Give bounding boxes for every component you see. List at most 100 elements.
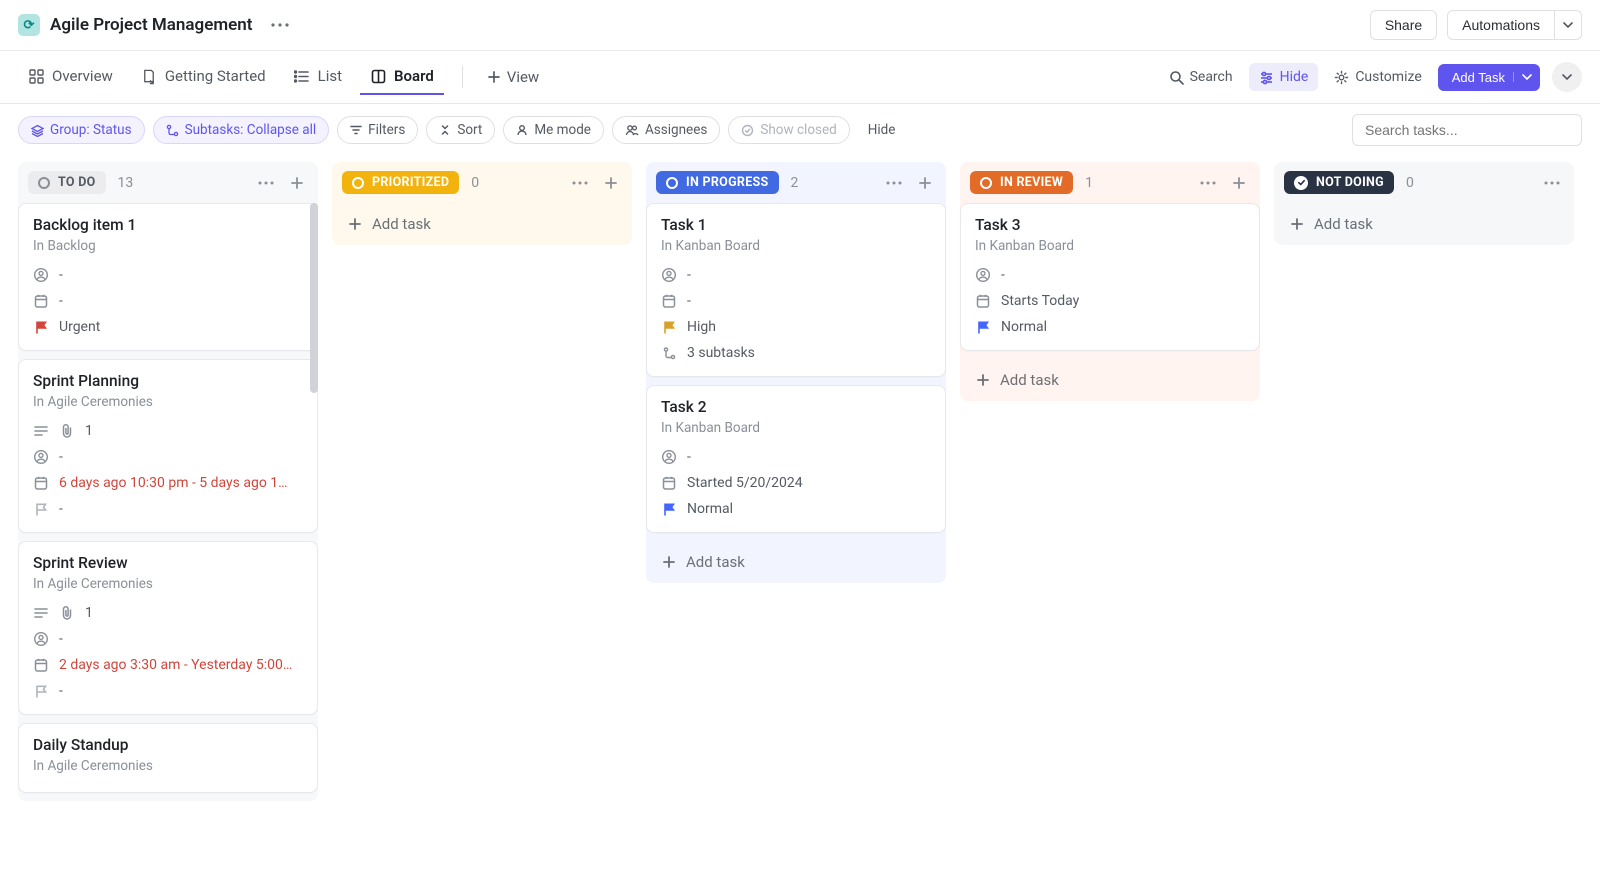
card-row-date[interactable]: 6 days ago 10:30 pm - 5 days ago 1…	[33, 470, 303, 496]
column-add-task[interactable]	[1228, 172, 1250, 194]
status-pill[interactable]: PRIORITIZED	[342, 171, 459, 194]
status-pill[interactable]: TO DO	[28, 171, 106, 194]
add-task-dropdown[interactable]	[1513, 72, 1532, 82]
card-row-description: 1	[33, 418, 303, 444]
hide-button[interactable]: Hide	[1249, 63, 1319, 91]
board-icon	[370, 68, 386, 84]
card-row-priority[interactable]: Normal	[975, 314, 1245, 340]
scrollbar[interactable]	[310, 203, 318, 393]
assignee-icon	[33, 631, 49, 647]
chip-sort[interactable]: Sort	[426, 116, 495, 144]
tab-overview[interactable]: Overview	[18, 59, 123, 95]
page-more-menu[interactable]	[267, 19, 293, 31]
card-row-assignee[interactable]: -	[33, 262, 303, 288]
card-row-date[interactable]: -	[661, 288, 931, 314]
card-row-assignee[interactable]: -	[33, 444, 303, 470]
column-more-menu[interactable]	[1540, 177, 1564, 189]
card-row-assignee[interactable]: -	[33, 626, 303, 652]
task-card[interactable]: Sprint Planning In Agile Ceremonies 1 - …	[18, 359, 318, 533]
column-more-menu[interactable]	[568, 177, 592, 189]
automations-button[interactable]: Automations	[1447, 10, 1555, 40]
column-more-menu[interactable]	[254, 177, 278, 189]
task-title: Sprint Review	[33, 554, 303, 572]
task-card[interactable]: Task 1 In Kanban Board - - High 3 subtas…	[646, 203, 946, 377]
card-row-priority[interactable]: -	[33, 678, 303, 704]
tab-getting-started[interactable]: Getting Started	[131, 59, 276, 95]
card-row-assignee[interactable]: -	[661, 262, 931, 288]
attachment-icon	[59, 423, 75, 439]
plus-icon	[1290, 217, 1304, 231]
column-notdoing: NOT DOING 0 Add task	[1274, 162, 1574, 801]
add-view-button[interactable]: View	[481, 60, 545, 94]
chip-show-closed[interactable]: Show closed	[728, 116, 849, 144]
search-button[interactable]: Search	[1159, 63, 1243, 91]
card-row-priority[interactable]: -	[33, 496, 303, 522]
search-input[interactable]	[1352, 114, 1582, 146]
column-add-task[interactable]	[600, 172, 622, 194]
customize-button[interactable]: Customize	[1324, 63, 1431, 91]
chip-group-status[interactable]: Group: Status	[18, 116, 145, 144]
card-row-assignee[interactable]: -	[975, 262, 1245, 288]
status-pill[interactable]: NOT DOING	[1284, 171, 1394, 194]
column-add-task[interactable]	[914, 172, 936, 194]
customize-label: Customize	[1355, 69, 1421, 85]
status-pill[interactable]: IN REVIEW	[970, 171, 1073, 194]
assignee-icon	[33, 449, 49, 465]
add-task-row[interactable]: Add task	[1274, 203, 1574, 245]
task-card[interactable]: Task 3 In Kanban Board - Starts Today No…	[960, 203, 1260, 351]
hide-label: Hide	[1280, 69, 1309, 85]
task-card[interactable]: Sprint Review In Agile Ceremonies 1 - 2 …	[18, 541, 318, 715]
automations-dropdown[interactable]	[1555, 10, 1582, 40]
card-row-date[interactable]: -	[33, 288, 303, 314]
column-add-task[interactable]	[286, 172, 308, 194]
add-task-row[interactable]: Add task	[646, 541, 946, 583]
card-row-priority[interactable]: High	[661, 314, 931, 340]
status-pill[interactable]: IN PROGRESS	[656, 171, 779, 194]
task-card[interactable]: Backlog item 1 In Backlog - - Urgent	[18, 203, 318, 351]
chip-assignees[interactable]: Assignees	[612, 116, 720, 144]
chip-filters[interactable]: Filters	[337, 116, 418, 144]
task-title: Task 2	[661, 398, 931, 416]
filter-icon	[350, 124, 362, 136]
chip-subtasks[interactable]: Subtasks: Collapse all	[153, 116, 330, 144]
tab-board[interactable]: Board	[360, 59, 444, 95]
card-row-date[interactable]: 2 days ago 3:30 am - Yesterday 5:00…	[33, 652, 303, 678]
page-title: Agile Project Management	[50, 15, 253, 35]
share-button[interactable]: Share	[1370, 10, 1437, 40]
grid-icon	[28, 68, 44, 84]
chip-me-mode[interactable]: Me mode	[503, 116, 604, 144]
task-location: In Agile Ceremonies	[33, 758, 303, 774]
description-icon	[33, 423, 49, 439]
add-view-label: View	[507, 68, 539, 86]
flag-icon	[33, 683, 49, 699]
card-row-subtasks[interactable]: 3 subtasks	[661, 340, 931, 366]
task-card[interactable]: Task 2 In Kanban Board - Started 5/20/20…	[646, 385, 946, 533]
column-more-menu[interactable]	[1196, 177, 1220, 189]
status-open-icon	[38, 177, 50, 189]
card-row-date[interactable]: Starts Today	[975, 288, 1245, 314]
add-task-row[interactable]: Add task	[332, 203, 632, 245]
card-row-date[interactable]: Started 5/20/2024	[661, 470, 931, 496]
date-value: -	[687, 293, 691, 309]
add-task-label: Add task	[686, 553, 745, 571]
attachment-icon	[59, 605, 75, 621]
chip-label: Subtasks: Collapse all	[185, 122, 317, 138]
column-more-menu[interactable]	[882, 177, 906, 189]
check-circle-icon	[741, 124, 754, 137]
chip-label: Filters	[368, 122, 405, 138]
more-options-button[interactable]	[1552, 62, 1582, 92]
status-open-icon	[666, 177, 678, 189]
card-row-priority[interactable]: Normal	[661, 496, 931, 522]
card-row-assignee[interactable]: -	[661, 444, 931, 470]
priority-value: -	[59, 683, 63, 699]
column-header: TO DO 13	[18, 162, 318, 203]
card-row-priority[interactable]: Urgent	[33, 314, 303, 340]
add-task-label: Add task	[1000, 371, 1059, 389]
column-header: PRIORITIZED 0	[332, 162, 632, 203]
task-card[interactable]: Daily Standup In Agile Ceremonies	[18, 723, 318, 793]
hide-filters-button[interactable]: Hide	[858, 118, 906, 142]
chip-label: Me mode	[534, 122, 591, 138]
add-task-row[interactable]: Add task	[960, 359, 1260, 401]
tab-list[interactable]: List	[284, 59, 352, 95]
add-task-button[interactable]: Add Task	[1438, 64, 1540, 91]
